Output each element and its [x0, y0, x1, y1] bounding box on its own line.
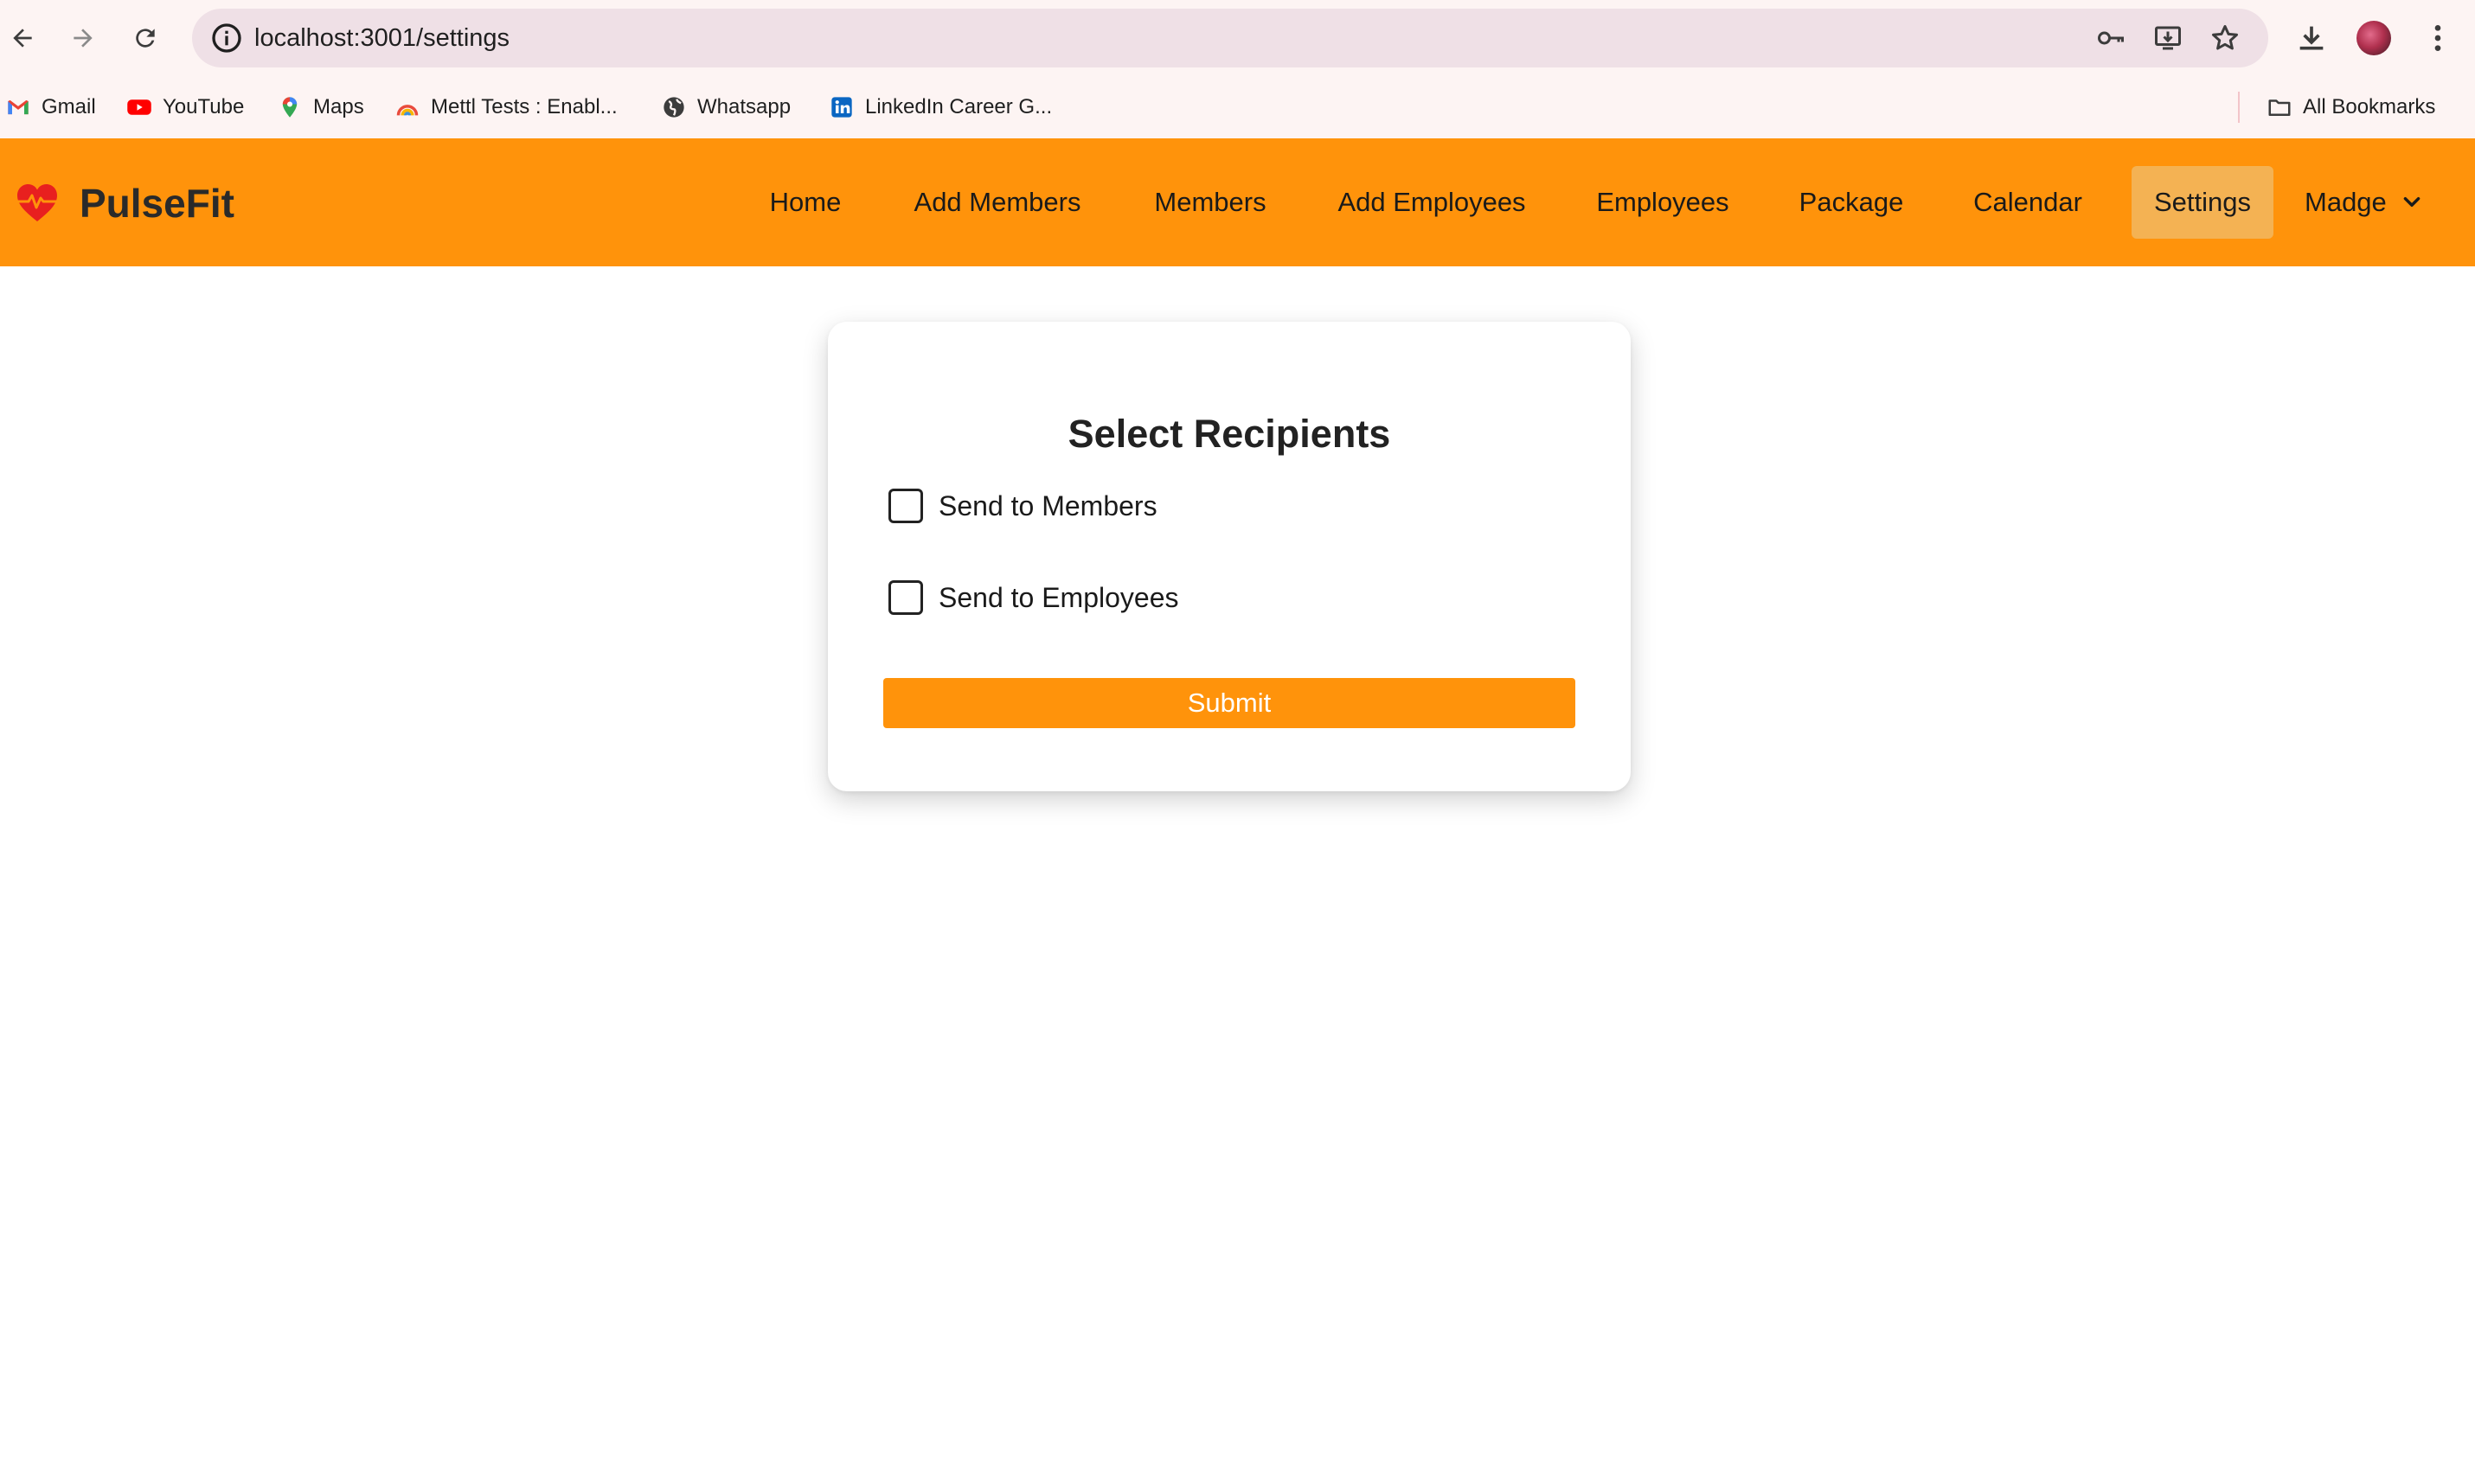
- app-navbar: PulseFit Home Add Members Members Add Em…: [0, 138, 2475, 266]
- download-icon[interactable]: [2294, 21, 2329, 55]
- send-to-members-label: Send to Members: [939, 489, 1157, 521]
- password-key-icon[interactable]: [2095, 22, 2126, 54]
- all-bookmarks-button[interactable]: All Bookmarks: [2267, 92, 2435, 123]
- globe-icon: [661, 94, 687, 120]
- send-to-members-checkbox[interactable]: [888, 489, 923, 523]
- folder-icon: [2267, 94, 2292, 120]
- forward-icon[interactable]: [64, 19, 102, 57]
- install-app-icon[interactable]: [2152, 22, 2183, 54]
- bookmarks-bar: Gmail YouTube Maps Mettl Tests : Enabl..…: [0, 76, 2475, 138]
- bookmark-linkedin[interactable]: LinkedIn Career G...: [829, 92, 1052, 123]
- submit-button[interactable]: Submit: [883, 678, 1575, 728]
- address-bar[interactable]: localhost:3001/settings: [192, 9, 2268, 67]
- bookmark-star-icon[interactable]: [2209, 22, 2241, 54]
- nav-employees[interactable]: Employees: [1580, 166, 1746, 239]
- youtube-icon: [126, 94, 152, 120]
- bookmarks-divider: [2238, 92, 2240, 123]
- nav-package[interactable]: Package: [1786, 166, 1917, 239]
- brand-name: PulseFit: [80, 181, 234, 226]
- profile-avatar[interactable]: [2356, 21, 2391, 55]
- back-icon[interactable]: [3, 19, 42, 57]
- url-text[interactable]: localhost:3001/settings: [254, 9, 510, 67]
- chevron-down-icon: [2403, 196, 2420, 207]
- send-to-employees-option[interactable]: Send to Employees: [888, 580, 1179, 615]
- brand[interactable]: PulseFit: [16, 180, 234, 227]
- nav-calendar[interactable]: Calendar: [1957, 166, 2099, 239]
- maps-icon: [277, 94, 303, 120]
- linkedin-icon: [829, 94, 855, 120]
- send-to-employees-checkbox[interactable]: [888, 580, 923, 615]
- bookmark-youtube[interactable]: YouTube: [126, 92, 244, 123]
- send-to-employees-label: Send to Employees: [939, 581, 1179, 613]
- user-name: Madge: [2305, 187, 2387, 217]
- recipients-card: Select Recipients Send to Members Send t…: [828, 322, 1631, 791]
- nav-members[interactable]: Members: [1133, 166, 1287, 239]
- bookmark-maps[interactable]: Maps: [277, 92, 364, 123]
- reload-icon[interactable]: [126, 19, 164, 57]
- send-to-members-option[interactable]: Send to Members: [888, 489, 1157, 523]
- nav-settings[interactable]: Settings: [2132, 166, 2273, 239]
- nav-add-employees[interactable]: Add Employees: [1324, 166, 1540, 239]
- menu-kebab-icon[interactable]: [2420, 21, 2455, 55]
- bookmark-whatsapp[interactable]: Whatsapp: [661, 92, 791, 123]
- bookmark-mettl[interactable]: Mettl Tests : Enabl...: [394, 92, 618, 123]
- heart-pulse-icon: [17, 184, 57, 221]
- browser-toolbar: localhost:3001/settings: [0, 0, 2475, 76]
- bookmark-gmail[interactable]: Gmail: [5, 92, 96, 123]
- gmail-icon: [5, 94, 31, 120]
- nav-add-members[interactable]: Add Members: [900, 166, 1095, 239]
- nav-home[interactable]: Home: [749, 166, 862, 239]
- card-title: Select Recipients: [1068, 412, 1391, 456]
- user-menu[interactable]: Madge: [2305, 166, 2423, 239]
- mettl-icon: [394, 94, 420, 120]
- site-info-icon[interactable]: [209, 21, 244, 55]
